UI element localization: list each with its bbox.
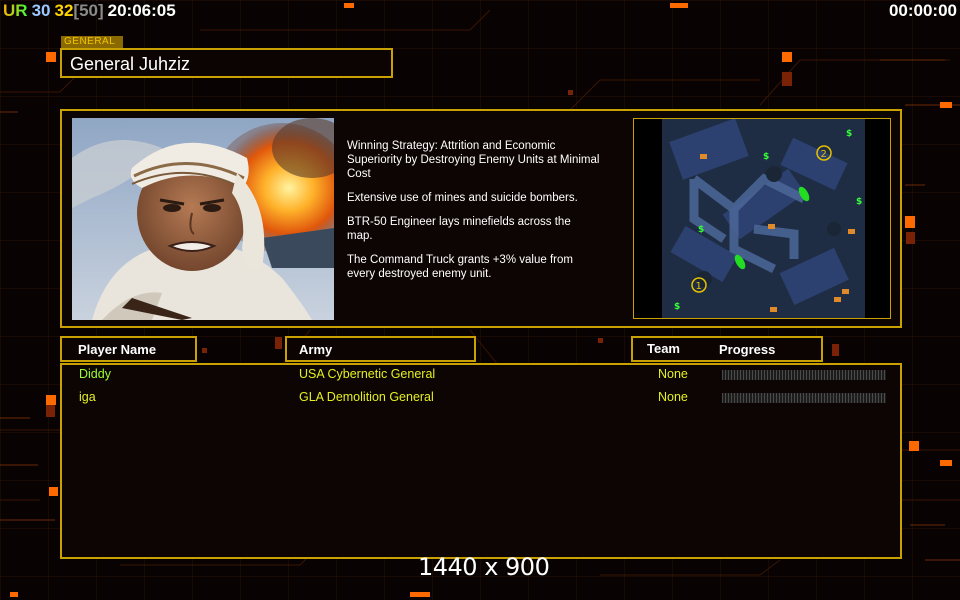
header-army: Army [285,336,476,362]
description-strategy: Winning Strategy: Attrition and Economic… [347,140,600,180]
header-player-name: Player Name [60,336,197,362]
oil-derrick-icon [768,224,775,229]
description-mines: Extensive use of mines and suicide bombe… [347,192,578,204]
header-team-progress: Team Progress [631,336,823,362]
general-tag: GENERAL [61,36,123,48]
general-portrait [72,118,334,320]
fps-limit: [50] [73,1,104,20]
general-name: General Juhziz [70,54,191,74]
svg-text:1: 1 [696,281,702,292]
player-progress-bar [722,370,886,380]
fps-value: 30 [31,1,51,20]
supply-dollar-icon: $ [698,225,704,235]
fps-counter: UR 30 32[50] 20:06:05 [3,1,180,21]
oil-derrick-icon [842,289,849,294]
player-army: USA Cybernetic General [299,367,436,381]
ur-label: UR [3,1,28,20]
supply-dollar-icon: $ [846,129,852,139]
supply-dollar-icon: $ [674,302,680,312]
resolution-label: 1440 x 900 [418,553,550,581]
header-army-label: Army [299,342,333,357]
header-team-label: Team [647,341,680,356]
oil-derrick-icon [848,229,855,234]
header-progress-label: Progress [719,342,776,357]
oil-derrick-icon [700,154,707,159]
fps-value-2: 32 [54,1,74,20]
player-army: GLA Demolition General [299,390,434,404]
player-team: None [658,367,688,381]
map-preview: $ $ $ $ $ 1 2 [633,118,891,319]
supply-dollar-icon: $ [763,152,769,162]
description-btr50: BTR-50 Engineer lays minefields across t… [347,216,571,242]
header-player-name-label: Player Name [78,342,157,357]
player-row: Diddy USA Cybernetic General None [0,367,960,383]
game-timer: 00:00:00 [888,1,957,20]
player-team: None [658,390,688,404]
oil-derrick-icon [770,307,777,312]
player-name: iga [79,390,96,404]
general-description: Winning Strategy: Attrition and Economic… [347,139,627,291]
oil-derrick-icon [834,297,841,302]
supply-dollar-icon: $ [856,197,862,207]
clock: 20:06:05 [107,1,176,20]
general-name-box: General Juhziz [60,48,393,78]
description-command-truck: The Command Truck grants +3% value from … [347,254,573,280]
player-name: Diddy [79,367,111,381]
svg-text:2: 2 [821,149,827,160]
player-progress-bar [722,393,886,403]
player-row: iga GLA Demolition General None [0,390,960,406]
